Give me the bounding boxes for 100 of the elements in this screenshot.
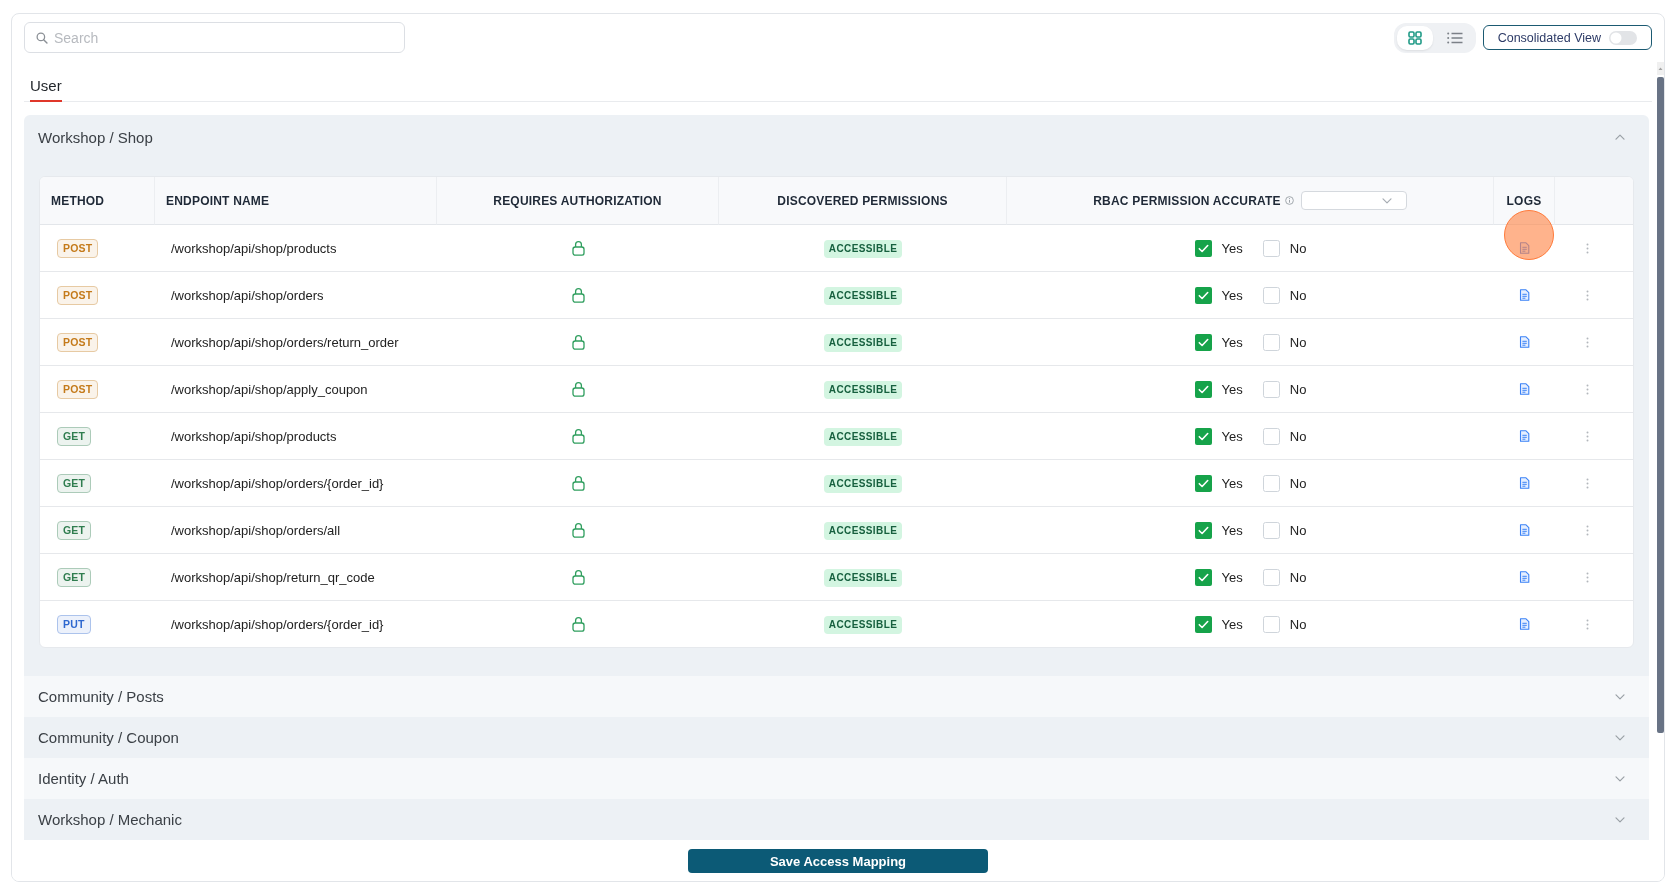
more-options-icon[interactable]: [1585, 336, 1589, 348]
document-icon[interactable]: [1519, 336, 1530, 348]
grid-view-button[interactable]: [1396, 25, 1433, 50]
document-icon[interactable]: [1519, 524, 1530, 536]
chevron-down-icon: [1615, 734, 1625, 741]
checkbox[interactable]: [1194, 616, 1212, 634]
checkbox[interactable]: [1262, 334, 1280, 352]
document-icon[interactable]: [1519, 571, 1530, 583]
checkbox[interactable]: [1194, 475, 1212, 493]
column-header: DISCOVERED PERMISSIONS: [777, 193, 948, 208]
permission-badge: ACCESSIBLE: [823, 240, 903, 258]
method-badge: POST: [57, 286, 99, 305]
checkbox-label: Yes: [1221, 570, 1243, 586]
column-header: REQUIRES AUTHORIZATION: [493, 193, 662, 208]
consolidated-view-button[interactable]: Consolidated View: [1482, 25, 1652, 50]
info-icon: [1284, 196, 1294, 205]
checkbox[interactable]: [1262, 569, 1280, 587]
more-options-icon[interactable]: [1585, 242, 1589, 254]
accordion-header[interactable]: Identity / Auth: [24, 758, 1649, 799]
checkbox-label: No: [1289, 523, 1307, 539]
checkbox-label: No: [1289, 429, 1307, 445]
checkbox[interactable]: [1194, 381, 1212, 399]
method-badge: POST: [57, 380, 99, 399]
method-badge: GET: [57, 474, 92, 493]
checkbox[interactable]: [1194, 287, 1212, 305]
scrollbar-thumb[interactable]: [1657, 77, 1664, 733]
endpoint-path: /workshop/api/shop/orders/return_order: [171, 334, 399, 350]
checkbox-label: Yes: [1221, 382, 1243, 398]
permission-badge: ACCESSIBLE: [823, 616, 903, 634]
save-button[interactable]: Save Access Mapping: [688, 849, 988, 873]
accordion-header[interactable]: Community / Coupon: [24, 717, 1649, 758]
endpoint-path: /workshop/api/shop/orders/{order_id}: [171, 616, 384, 632]
checkbox-label: Yes: [1221, 241, 1243, 257]
column-header: ENDPOINT NAME: [166, 193, 270, 208]
permission-badge: ACCESSIBLE: [823, 334, 903, 352]
more-options-icon[interactable]: [1585, 383, 1589, 395]
checkbox[interactable]: [1262, 616, 1280, 634]
method-badge: GET: [57, 568, 92, 587]
chevron-down-icon: [1615, 816, 1625, 823]
more-options-icon[interactable]: [1585, 430, 1589, 442]
checkbox[interactable]: [1194, 428, 1212, 446]
document-icon[interactable]: [1519, 289, 1530, 301]
chevron-up-icon: [1615, 134, 1625, 140]
endpoint-path: /workshop/api/shop/products: [171, 240, 337, 256]
method-badge: PUT: [57, 615, 91, 634]
more-options-icon[interactable]: [1585, 618, 1589, 630]
method-badge: GET: [57, 427, 92, 446]
more-options-icon[interactable]: [1585, 477, 1589, 489]
checkbox[interactable]: [1194, 334, 1212, 352]
checkbox-label: No: [1289, 382, 1307, 398]
checkbox[interactable]: [1262, 240, 1280, 258]
document-icon[interactable]: [1519, 383, 1530, 395]
checkbox-label: No: [1289, 288, 1307, 304]
column-header: RBAC PERMISSION ACCURATE: [1093, 193, 1281, 208]
grid-icon: [1407, 30, 1422, 45]
document-icon[interactable]: [1519, 477, 1530, 489]
method-badge: POST: [57, 239, 99, 258]
column-header: METHOD: [51, 193, 105, 208]
permission-badge: ACCESSIBLE: [823, 428, 903, 446]
checkbox-label: Yes: [1221, 335, 1243, 351]
accordion-header[interactable]: Workshop / Shop: [24, 115, 1649, 159]
chevron-down-icon: [1381, 197, 1392, 204]
permission-badge: ACCESSIBLE: [823, 522, 903, 540]
checkbox[interactable]: [1194, 569, 1212, 587]
chevron-down-icon: [1615, 693, 1625, 700]
document-icon[interactable]: [1519, 242, 1530, 254]
endpoint-path: /workshop/api/shop/apply_coupon: [171, 381, 368, 397]
endpoint-path: /workshop/api/shop/return_qr_code: [171, 569, 375, 585]
checkbox-label: No: [1289, 617, 1307, 633]
checkbox-label: Yes: [1221, 429, 1243, 445]
endpoint-path: /workshop/api/shop/products: [171, 428, 337, 444]
endpoint-path: /workshop/api/shop/orders: [171, 287, 324, 303]
checkbox[interactable]: [1262, 475, 1280, 493]
checkbox-label: Yes: [1221, 617, 1243, 633]
method-badge: GET: [57, 521, 92, 540]
document-icon[interactable]: [1519, 618, 1530, 630]
checkbox-label: No: [1289, 335, 1307, 351]
tab[interactable]: User: [30, 67, 62, 102]
search-icon: [36, 32, 48, 44]
accordion-header[interactable]: Workshop / Mechanic: [24, 799, 1649, 840]
checkbox[interactable]: [1194, 522, 1212, 540]
checkbox[interactable]: [1194, 240, 1212, 258]
accordion-header[interactable]: Community / Posts: [24, 676, 1649, 717]
document-icon[interactable]: [1519, 430, 1530, 442]
endpoint-path: /workshop/api/shop/orders/all: [171, 522, 341, 538]
permission-badge: ACCESSIBLE: [823, 381, 903, 399]
checkbox[interactable]: [1262, 287, 1280, 305]
more-options-icon[interactable]: [1585, 571, 1589, 583]
search-field[interactable]: Search: [24, 22, 405, 53]
filter-dropdown[interactable]: [1300, 191, 1407, 210]
checkbox-label: No: [1289, 241, 1307, 257]
toggle-switch[interactable]: [1609, 30, 1637, 45]
checkbox[interactable]: [1262, 428, 1280, 446]
permission-badge: ACCESSIBLE: [823, 475, 903, 493]
more-options-icon[interactable]: [1585, 524, 1589, 536]
checkbox[interactable]: [1262, 381, 1280, 399]
checkbox-label: Yes: [1221, 476, 1243, 492]
checkbox[interactable]: [1262, 522, 1280, 540]
permission-badge: ACCESSIBLE: [823, 287, 903, 305]
more-options-icon[interactable]: [1585, 289, 1589, 301]
